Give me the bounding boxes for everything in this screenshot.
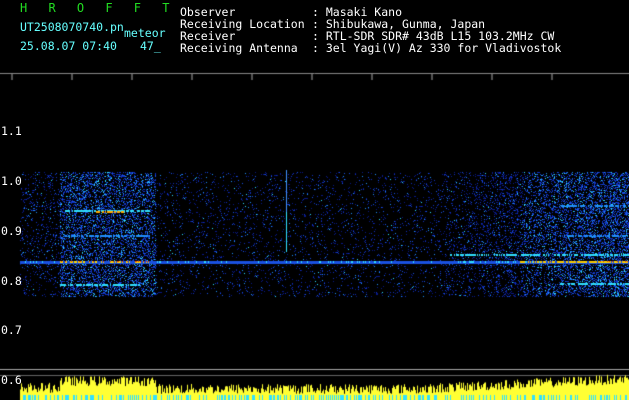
antenna-value: : 3el Yagi(V) Az 330 for Vladivostok: [312, 41, 562, 55]
y-tick-0.8: 0.8: [1, 274, 22, 288]
y-tick-0.7: 0.7: [1, 323, 22, 337]
mode-label: meteor: [124, 26, 166, 40]
program-title: H R O F F T: [20, 1, 177, 15]
y-tick-0.6: 0.6: [1, 373, 22, 387]
y-tick-0.9: 0.9: [1, 224, 22, 238]
antenna-label: Receiving Antenna: [180, 41, 298, 55]
timestamp-label: 25.08.07 07:40: [20, 39, 117, 53]
spectrogram-canvas: [0, 72, 629, 400]
y-tick-1.0: 1.0: [1, 174, 22, 188]
y-tick-1.1: 1.1: [1, 124, 22, 138]
filename-label: UT2508070740.pn: [20, 20, 124, 34]
spectrogram-panel: [0, 72, 629, 400]
count-label: 47_: [140, 39, 161, 53]
